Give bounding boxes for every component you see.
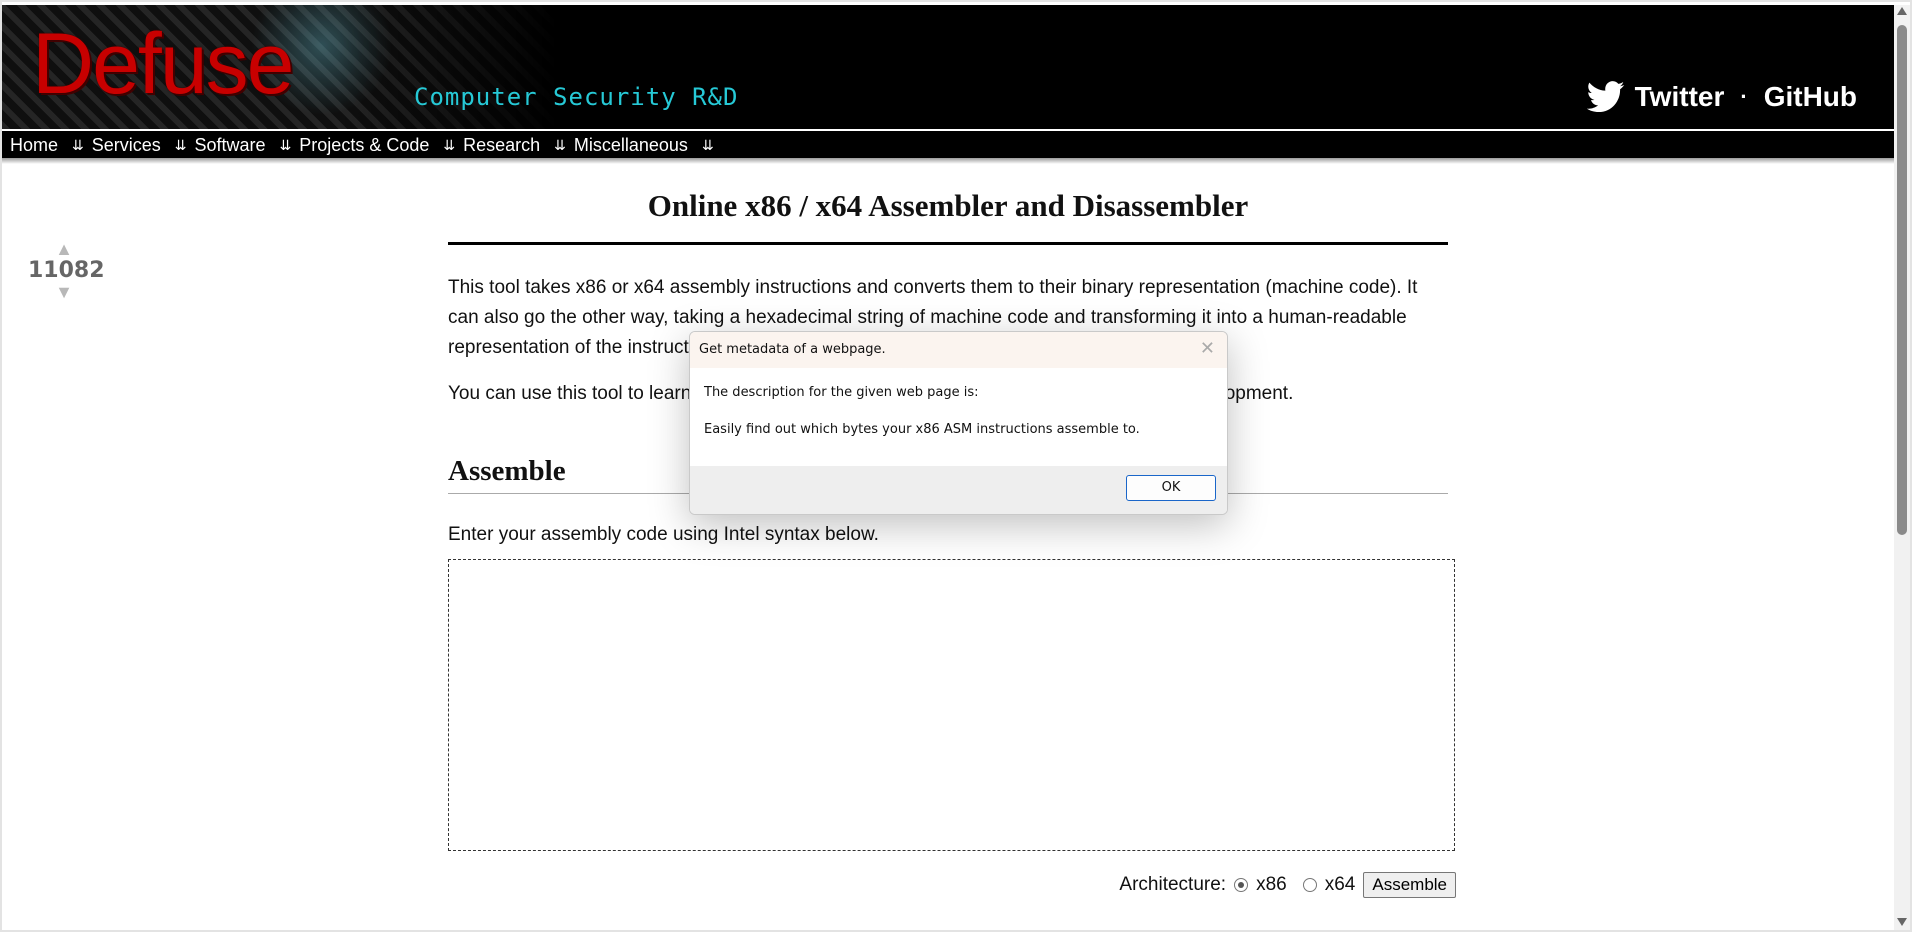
twitter-icon[interactable] [1586, 81, 1625, 113]
nav-item-label: Software [194, 134, 266, 155]
vote-count: 11082 [28, 258, 105, 283]
nav-item-misc[interactable]: Miscellaneous ⇊ [566, 135, 714, 156]
radio-x86-label[interactable]: x86 [1256, 874, 1287, 896]
github-link[interactable]: GitHub [1764, 81, 1857, 113]
architecture-label: Architecture: [1119, 874, 1227, 895]
scroll-up-arrow-icon[interactable] [1897, 7, 1907, 15]
social-separator: · [1740, 84, 1748, 109]
dialog-message-line: The description for the given web page i… [704, 385, 979, 400]
radio-x86[interactable] [1234, 878, 1249, 892]
nav-item-projects[interactable]: Projects & Code ⇊ [291, 135, 455, 156]
chevron-down-icon[interactable]: ⇊ [72, 137, 84, 154]
assembly-code-input[interactable] [448, 559, 1455, 851]
assemble-button[interactable]: Assemble [1363, 872, 1456, 898]
upvote-arrow-icon[interactable]: ▲ [28, 240, 100, 258]
site-header: Defuse Computer Security R&D Twitter · G… [2, 5, 1895, 129]
chevron-down-icon[interactable]: ⇊ [443, 137, 455, 154]
nav-item-label: Services [91, 134, 161, 155]
dialog-description: Easily find out which bytes your x86 ASM… [704, 422, 1140, 437]
assemble-instructions: Enter your assembly code using Intel syn… [448, 524, 879, 545]
dialog-footer: OK [690, 466, 1227, 514]
architecture-row: Architecture: x86 x64 Assemble [1119, 872, 1456, 898]
dialog-body: The description for the given web page i… [690, 385, 1227, 437]
page-title: Online x86 / x64 Assembler and Disassemb… [647, 188, 1249, 223]
chevron-down-icon[interactable]: ⇊ [554, 137, 566, 154]
dialog-title: Get metadata of a webpage. [699, 342, 886, 357]
radio-x64[interactable] [1302, 878, 1317, 892]
nav-item-services[interactable]: Services ⇊ [84, 135, 187, 156]
site-logo[interactable]: Defuse [32, 21, 294, 107]
downvote-arrow-icon[interactable]: ▼ [28, 283, 100, 301]
main-nav: Home ⇊ Services ⇊ Software ⇊ Projects & … [2, 129, 1895, 159]
page-scrollbar[interactable] [1894, 5, 1910, 930]
vote-widget: ▲ 11082 ▼ [28, 240, 105, 301]
twitter-link[interactable]: Twitter [1635, 81, 1725, 113]
metadata-dialog: Get metadata of a webpage. ✕ The descrip… [689, 331, 1228, 515]
site-tagline: Computer Security R&D [414, 83, 739, 111]
nav-item-home[interactable]: Home ⇊ [2, 135, 84, 156]
scrollbar-thumb[interactable] [1897, 25, 1907, 535]
close-icon[interactable]: ✕ [1200, 338, 1215, 359]
ok-button[interactable]: OK [1126, 475, 1216, 501]
nav-item-label: Projects & Code [299, 134, 430, 155]
nav-shadow [2, 158, 1895, 164]
nav-item-software[interactable]: Software ⇊ [187, 135, 292, 156]
title-divider [448, 242, 1448, 245]
nav-item-research[interactable]: Research ⇊ [455, 135, 566, 156]
scroll-down-arrow-icon[interactable] [1897, 918, 1907, 926]
nav-item-label: Home [10, 134, 59, 155]
chevron-down-icon[interactable]: ⇊ [280, 137, 292, 154]
dialog-header: Get metadata of a webpage. ✕ [690, 332, 1227, 368]
social-links: Twitter · GitHub [1586, 81, 1857, 113]
radio-x64-label[interactable]: x64 [1325, 874, 1356, 896]
nav-item-label: Miscellaneous [573, 134, 688, 155]
chevron-down-icon[interactable]: ⇊ [175, 137, 187, 154]
chevron-down-icon[interactable]: ⇊ [702, 137, 714, 154]
nav-item-label: Research [463, 134, 541, 155]
